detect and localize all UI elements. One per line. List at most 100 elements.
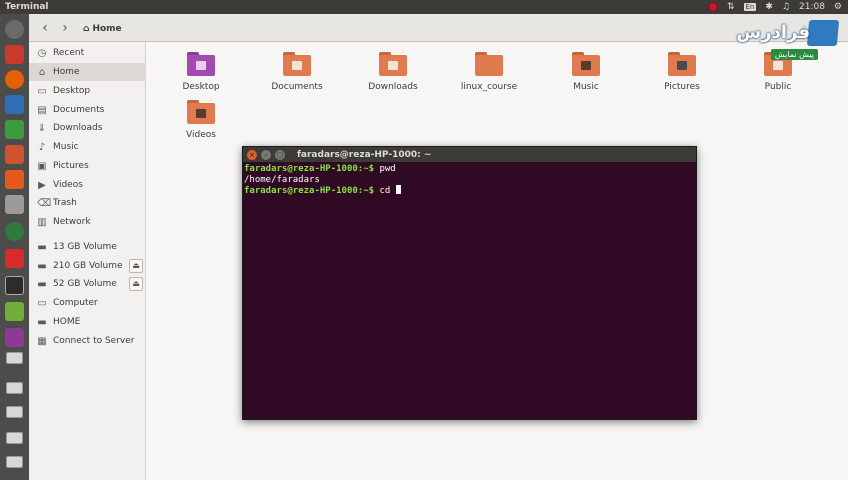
folder-downloads[interactable]: Downloads — [356, 52, 430, 92]
network-icon[interactable]: ⇅ — [727, 2, 735, 12]
command-text: cd — [374, 186, 396, 196]
trash-icon: ⌫ — [37, 197, 52, 209]
chrome-icon[interactable] — [5, 222, 24, 241]
watermark-banner: پیش نمایش — [770, 49, 818, 60]
folder-music[interactable]: Music — [549, 52, 623, 92]
sidebar-item-computer[interactable]: ▭ Computer — [29, 294, 146, 312]
folder-videos[interactable]: Videos — [164, 100, 238, 140]
folder-linux-course[interactable]: linux_course — [452, 52, 526, 92]
drive-icon[interactable] — [6, 382, 23, 394]
terminal-output[interactable]: faradars@reza-HP-1000:~$ pwd /home/farad… — [244, 164, 695, 197]
folder-desktop[interactable]: Desktop — [164, 52, 238, 92]
output-text: /home/faradars — [244, 174, 320, 185]
image-viewer-icon[interactable] — [5, 302, 24, 321]
sidebar-item-13gb-volume[interactable]: ▬ 13 GB Volume — [29, 238, 146, 256]
minimize-button[interactable]: – — [261, 149, 271, 160]
close-button[interactable]: × — [247, 149, 257, 160]
sidebar-item-pictures[interactable]: ▣ Pictures — [29, 157, 146, 175]
sidebar-item-label: HOME — [53, 317, 81, 327]
folder-icon — [668, 52, 696, 76]
volume-icon[interactable]: ♫ — [782, 2, 790, 12]
sidebar-item-52gb-volume[interactable]: ▬ 52 GB Volume ⏏ — [29, 275, 146, 293]
maximize-button[interactable]: □ — [275, 149, 285, 160]
drive-icon[interactable] — [6, 432, 23, 444]
sidebar-item-recent[interactable]: ◷ Recent — [29, 44, 146, 62]
folder-label: Videos — [186, 130, 216, 140]
dash-home-icon[interactable] — [5, 20, 24, 39]
drive-icon[interactable] — [6, 456, 23, 468]
keyboard-layout-indicator[interactable]: En — [743, 3, 757, 11]
calc-icon[interactable] — [5, 120, 24, 139]
computer-icon: ▭ — [37, 297, 47, 309]
folder-label: Downloads — [368, 82, 418, 92]
video-icon: ▶ — [38, 179, 46, 191]
folder-icon — [187, 52, 215, 76]
folder-icon — [187, 100, 215, 124]
folder-pictures[interactable]: Pictures — [645, 52, 719, 92]
network-icon: ▥ — [37, 216, 47, 228]
terminal-window[interactable]: × – □ faradars@reza-HP-1000: ~ faradars@… — [242, 146, 697, 420]
location-label: Home — [92, 23, 122, 34]
settings-gear-icon[interactable]: ⚙ — [834, 2, 842, 12]
drive-icon[interactable] — [6, 406, 23, 418]
drive-icon: ▬ — [37, 241, 47, 253]
files-app-icon[interactable] — [5, 45, 24, 64]
sidebar-item-network[interactable]: ▥ Network — [29, 213, 146, 231]
sidebar-item-connect-to-server[interactable]: ▦ Connect to Server — [29, 332, 146, 350]
sidebar-item-label: 52 GB Volume — [53, 279, 117, 289]
software-center-icon[interactable] — [5, 170, 24, 189]
sidebar-item-music[interactable]: ♪ Music — [29, 138, 146, 156]
sidebar-item-label: Pictures — [53, 161, 89, 171]
sidebar-item-downloads[interactable]: ⇓ Downloads — [29, 119, 146, 137]
sidebar-item-label: Trash — [53, 198, 77, 208]
sidebar-item-label: Computer — [53, 298, 98, 308]
bluetooth-icon[interactable]: ✱ — [765, 2, 773, 12]
watermark-brand: فرادرس — [736, 22, 810, 43]
back-button[interactable]: ‹ — [37, 20, 53, 36]
sidebar-item-label: Network — [53, 217, 91, 227]
clock[interactable]: 21:08 — [799, 2, 825, 12]
impress-icon[interactable] — [5, 145, 24, 164]
terminal-titlebar[interactable]: × – □ faradars@reza-HP-1000: ~ — [243, 147, 696, 162]
folder-icon — [572, 52, 600, 76]
forward-button[interactable]: › — [57, 20, 73, 36]
shell-prompt: faradars@reza-HP-1000:~$ — [244, 164, 375, 174]
eject-icon[interactable]: ⏏ — [129, 259, 143, 273]
media-player-icon[interactable] — [5, 328, 24, 347]
text-editor-icon[interactable] — [5, 249, 24, 268]
folder-label: Music — [573, 82, 599, 92]
sidebar-item-home[interactable]: ⌂ Home — [29, 63, 146, 81]
sidebar-item-home-drive[interactable]: ▬ HOME — [29, 313, 146, 331]
unity-launcher — [0, 14, 29, 480]
book-logo-icon — [806, 20, 840, 46]
shell-prompt: faradars@reza-HP-1000:~$ — [244, 186, 375, 196]
sidebar-item-documents[interactable]: ▤ Documents — [29, 101, 146, 119]
folder-icon — [475, 52, 503, 76]
home-icon: ⌂ — [38, 66, 46, 78]
writer-icon[interactable] — [5, 95, 24, 114]
sidebar-item-label: Connect to Server — [53, 336, 135, 346]
picture-icon: ▣ — [37, 160, 47, 172]
terminal-app-icon[interactable] — [5, 276, 24, 295]
firefox-icon[interactable] — [5, 70, 24, 89]
active-app-title: Terminal — [5, 2, 49, 12]
sidebar-item-videos[interactable]: ▶ Videos — [29, 176, 146, 194]
sidebar-item-label: Documents — [53, 105, 105, 115]
system-settings-icon[interactable] — [5, 195, 24, 214]
folder-documents[interactable]: Documents — [260, 52, 334, 92]
faradars-watermark: فرادرس پیش نمایش — [712, 18, 840, 66]
sidebar-item-label: Desktop — [53, 86, 91, 96]
home-icon: ⌂ — [83, 23, 90, 34]
sidebar-item-trash[interactable]: ⌫ Trash — [29, 194, 146, 212]
system-tray: ⇅ En ✱ ♫ 21:08 ⚙ — [707, 0, 842, 14]
eject-icon[interactable]: ⏏ — [129, 277, 143, 291]
record-indicator-icon[interactable] — [707, 2, 718, 12]
folder-label: Public — [764, 82, 792, 92]
download-icon: ⇓ — [37, 122, 47, 134]
drive-icon[interactable] — [6, 352, 23, 364]
terminal-line: faradars@reza-HP-1000:~$ pwd — [244, 164, 695, 175]
sidebar-item-210gb-volume[interactable]: ▬ 210 GB Volume ⏏ — [29, 257, 146, 275]
location-home-button[interactable]: ⌂ Home — [83, 20, 122, 37]
drive-icon: ▬ — [37, 278, 47, 290]
sidebar-item-desktop[interactable]: ▭ Desktop — [29, 82, 146, 100]
